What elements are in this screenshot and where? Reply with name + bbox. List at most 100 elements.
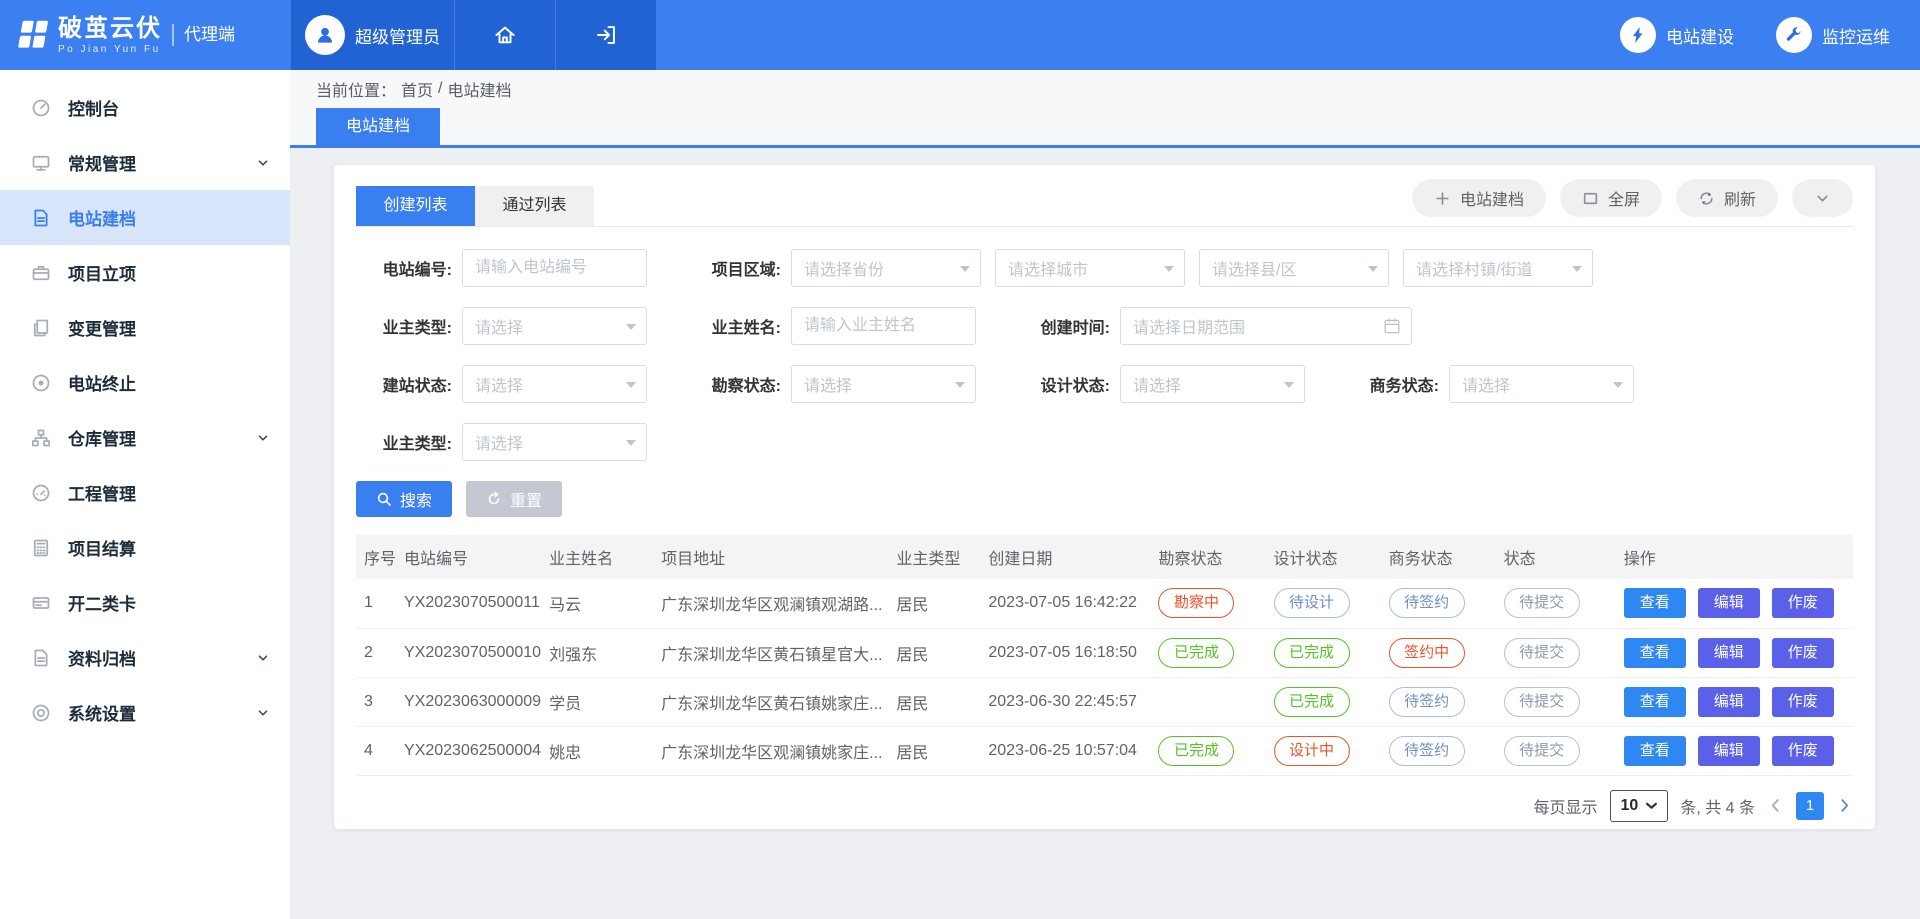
caret-down-icon [960,266,970,277]
field-label: 商务状态: [1343,372,1439,396]
next-page-button[interactable] [1836,797,1853,814]
owner-type-select[interactable]: 请选择 [462,307,647,345]
caret-down-icon [1284,382,1294,393]
void-button[interactable]: 作废 [1772,687,1834,717]
toolbar-collapse-button[interactable] [1792,179,1853,217]
sidebar-item-station-termination[interactable]: 电站终止 [0,355,290,410]
sidebar-item-system-settings[interactable]: 系统设置 [0,685,290,740]
user-menu[interactable]: 超级管理员 [290,0,455,70]
sidebar-item-engineering-mgmt[interactable]: 工程管理 [0,465,290,520]
field-label: 业主类型: [356,314,452,338]
refresh-icon [1698,190,1715,207]
toolbar-create-button[interactable]: 电站建档 [1412,179,1546,217]
cell-actions: 查看编辑作废 [1616,579,1853,628]
select-placeholder: 请选择 [475,372,523,396]
filter-station-no: 电站编号: [356,249,647,287]
select-placeholder: 请选择 [1462,372,1510,396]
build-status-select[interactable]: 请选择 [462,365,647,403]
nav-label: 电站建设 [1666,23,1734,48]
chevron-down-icon [256,156,270,170]
cell-design-status: 已完成 [1266,677,1381,726]
filter-created-time: 创建时间: 请选择日期范围 [1014,307,1412,345]
edit-button[interactable]: 编辑 [1698,588,1760,618]
sidebar-item-general-mgmt[interactable]: 常规管理 [0,135,290,190]
sidebar-item-station-filing[interactable]: 电站建档 [0,190,290,245]
sidebar-item-project-initiation[interactable]: 项目立项 [0,245,290,300]
wrench-icon [1776,17,1812,53]
region-city-select[interactable]: 请选择城市 [995,249,1185,287]
edit-button[interactable]: 编辑 [1698,687,1760,717]
void-button[interactable]: 作废 [1772,638,1834,668]
status-badge: 待提交 [1504,638,1580,668]
station-no-input[interactable] [462,249,647,287]
breadcrumb-current: 电站建档 [447,77,511,101]
sidebar-item-console[interactable]: 控制台 [0,80,290,135]
sidebar-item-type2-card[interactable]: 开二类卡 [0,575,290,630]
toolbar-fullscreen-button[interactable]: 全屏 [1560,179,1662,217]
breadcrumb-separator: / [438,80,442,98]
sidebar-item-archive[interactable]: 资料归档 [0,630,290,685]
per-page-select[interactable]: 10 [1610,790,1669,822]
sidebar-item-label: 项目立项 [68,260,270,285]
sidebar-item-change-mgmt[interactable]: 变更管理 [0,300,290,355]
breadcrumb-home[interactable]: 首页 [401,77,433,101]
app: 破茧云伏 Po Jian Yun Fu 代理端 超级管理员 [0,0,1920,919]
caret-down-icon [1164,266,1174,277]
region-district-select[interactable]: 请选择县/区 [1199,249,1389,287]
tab-create-list[interactable]: 创建列表 [356,186,475,226]
prev-page-button[interactable] [1767,797,1784,814]
edit-button[interactable]: 编辑 [1698,736,1760,766]
logout-button[interactable] [556,0,657,70]
per-page-value: 10 [1621,797,1639,815]
design-status-select[interactable]: 请选择 [1120,365,1305,403]
view-button[interactable]: 查看 [1624,588,1686,618]
nav-station-construction[interactable]: 电站建设 [1620,17,1734,53]
column-header: 商务状态 [1381,535,1496,579]
toolbar-button-label: 刷新 [1724,186,1756,210]
owner-type2-select[interactable]: 请选择 [462,423,647,461]
page-number[interactable]: 1 [1796,792,1824,820]
station-table: 序号电站编号业主姓名项目地址业主类型创建日期勘察状态设计状态商务状态状态操作 1… [356,535,1853,776]
page-tab-station-filing[interactable]: 电站建档 [316,108,440,145]
table-body: 1YX2023070500011马云广东深圳龙华区观澜镇观湖路...居民2023… [356,579,1853,775]
filter-form: 电站编号: 项目区域: 请选择省份请选择城市请选择县/区请选择村镇/街道 业主类… [356,249,1853,461]
region-province-select[interactable]: 请选择省份 [791,249,981,287]
view-button[interactable]: 查看 [1624,638,1686,668]
date-range-picker[interactable]: 请选择日期范围 [1120,307,1412,345]
cell-created_at: 2023-06-25 10:57:04 [980,726,1150,775]
select-placeholder: 请选择 [1133,372,1181,396]
view-button[interactable]: 查看 [1624,736,1686,766]
survey-status-select[interactable]: 请选择 [791,365,976,403]
nav-monitoring-ops[interactable]: 监控运维 [1776,17,1890,53]
sidebar-item-warehouse-mgmt[interactable]: 仓库管理 [0,410,290,465]
search-label: 搜索 [400,487,432,511]
home-button[interactable] [455,0,556,70]
toolbar-refresh-button[interactable]: 刷新 [1676,179,1778,217]
card-icon [30,592,52,614]
nav-label: 监控运维 [1822,23,1890,48]
caret-down-icon [1613,382,1623,393]
void-button[interactable]: 作废 [1772,736,1834,766]
search-button[interactable]: 搜索 [356,481,452,517]
cell-actions: 查看编辑作废 [1616,628,1853,677]
cell-status-status: 待提交 [1496,579,1616,628]
reset-button[interactable]: 重置 [466,481,562,517]
status-badge: 已完成 [1158,736,1234,766]
owner-name-input[interactable] [791,307,976,345]
page-tab-bar: 电站建档 [290,108,1920,148]
cell-created_at: 2023-07-05 16:42:22 [980,579,1150,628]
filter-build-status: 建站状态: 请选择 [356,365,647,403]
list-tabs: 创建列表通过列表 [356,186,594,226]
business-status-select[interactable]: 请选择 [1449,365,1634,403]
total-label: 条, 共 4 条 [1680,794,1755,818]
sidebar-item-project-settlement[interactable]: 项目结算 [0,520,290,575]
region-town-select[interactable]: 请选择村镇/街道 [1403,249,1593,287]
field-label: 业主类型: [356,430,452,454]
brand[interactable]: 破茧云伏 Po Jian Yun Fu 代理端 [0,0,290,70]
edit-button[interactable]: 编辑 [1698,638,1760,668]
status-badge: 待签约 [1389,736,1465,766]
void-button[interactable]: 作废 [1772,588,1834,618]
cell-actions: 查看编辑作废 [1616,726,1853,775]
view-button[interactable]: 查看 [1624,687,1686,717]
tab-pass-list[interactable]: 通过列表 [475,186,594,226]
